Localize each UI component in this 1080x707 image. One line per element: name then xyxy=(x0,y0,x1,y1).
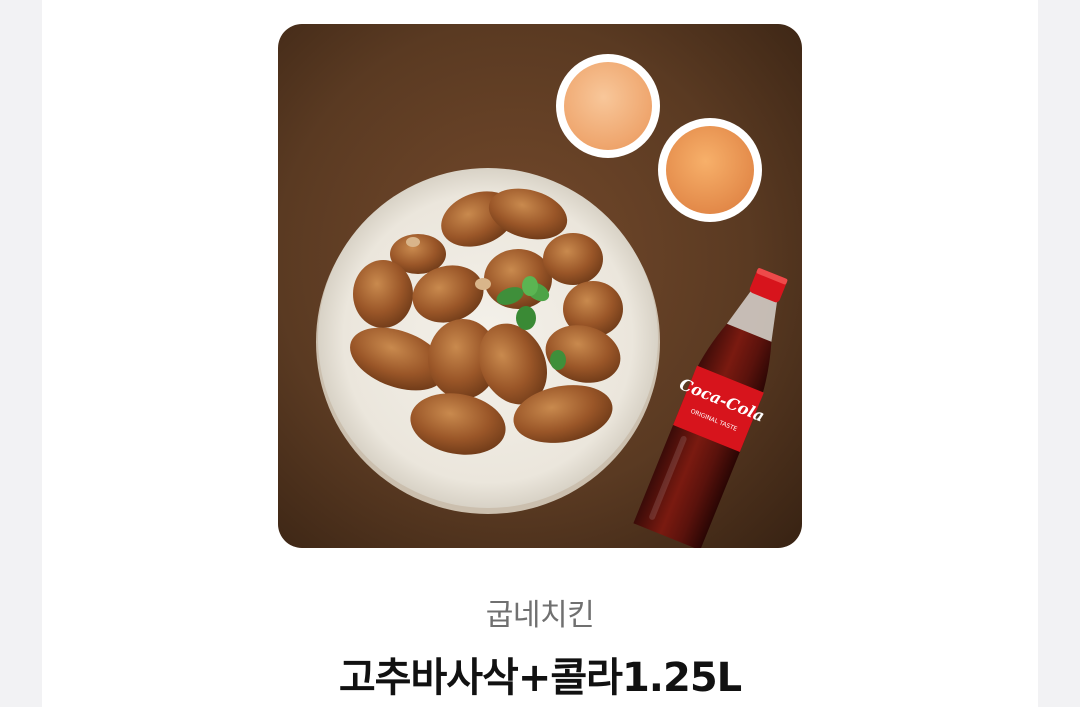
brand-name: 굽네치킨 xyxy=(485,598,595,633)
product-image[interactable]: Coca-Cola ORIGINAL TASTE xyxy=(278,24,802,548)
product-title: 고추바사삭+콜라1.25L xyxy=(338,655,742,701)
chicken-cola-photo: Coca-Cola ORIGINAL TASTE xyxy=(278,24,802,548)
product-card: Coca-Cola ORIGINAL TASTE 굽네치킨 고추바사삭+콜라1.… xyxy=(42,0,1038,707)
